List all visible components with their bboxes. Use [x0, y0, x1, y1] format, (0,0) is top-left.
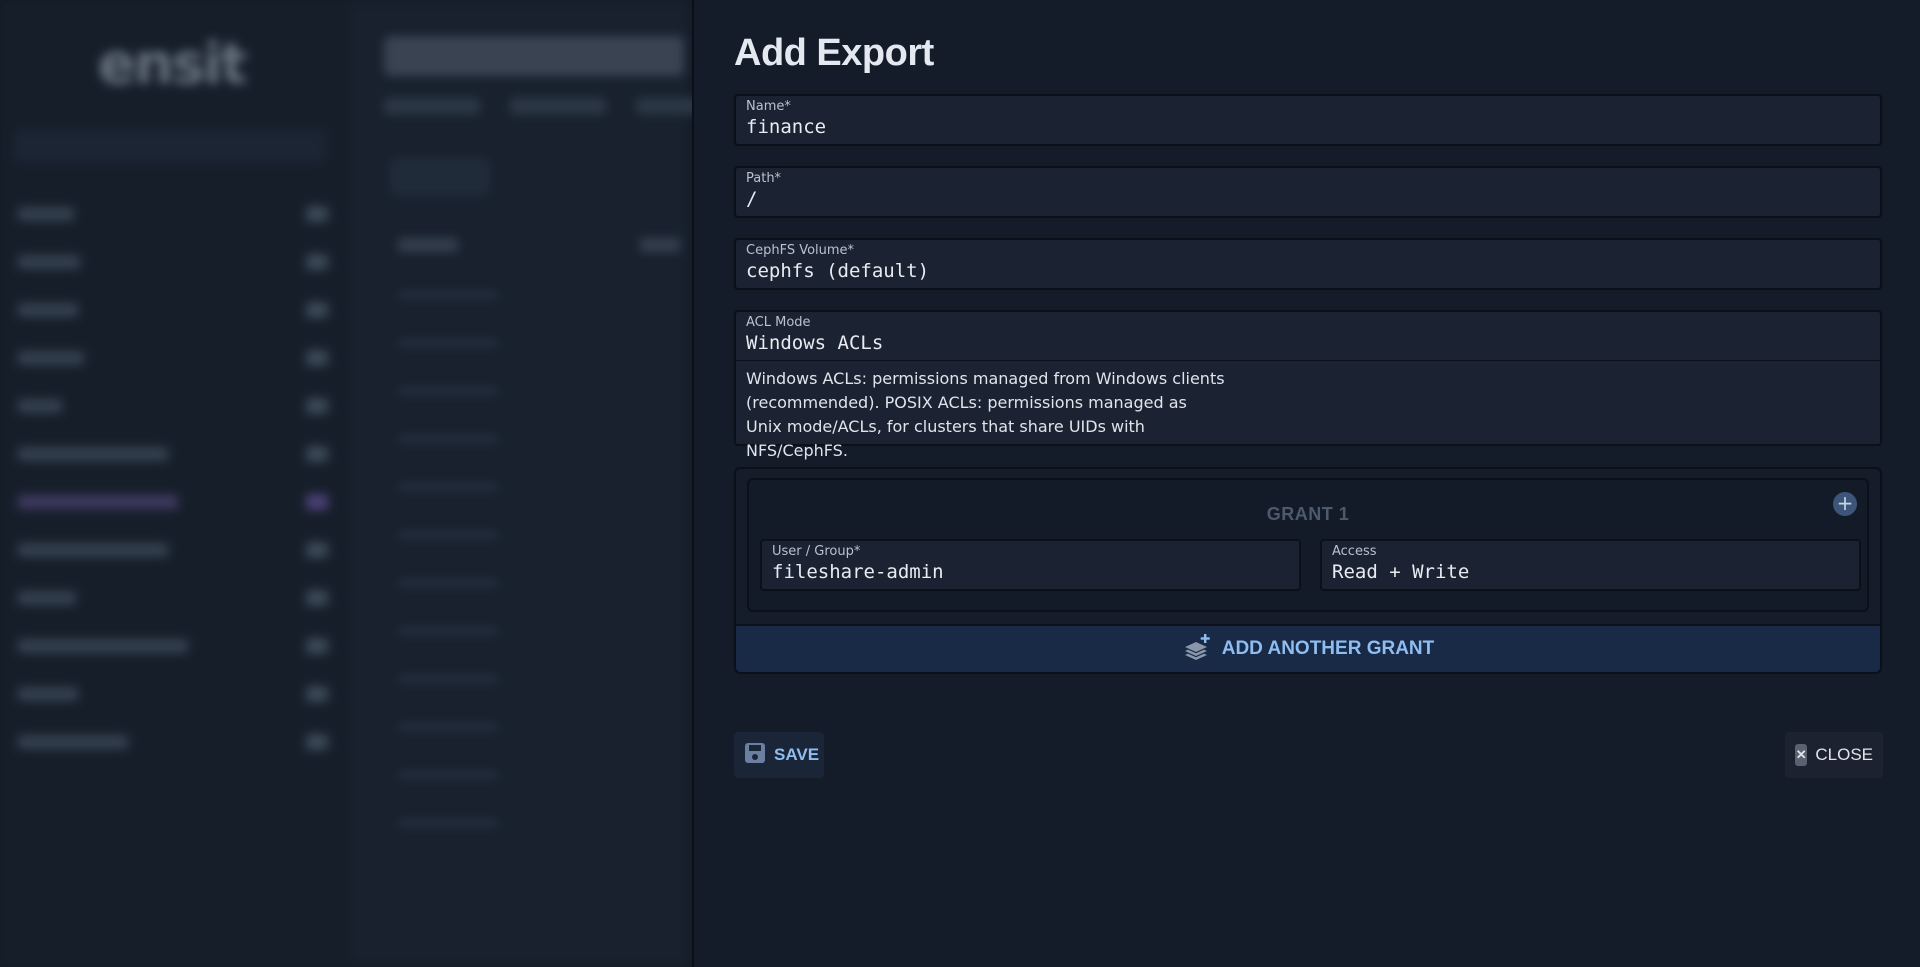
layers-plus-icon [1182, 632, 1212, 666]
user-group-label: User / Group* [772, 544, 861, 559]
modal-backdrop[interactable] [0, 0, 692, 967]
close-label: CLOSE [1815, 745, 1873, 764]
acl-mode-help-text: Windows ACLs: permissions managed from W… [746, 369, 1225, 460]
grants-section: GRANT 1 + User / Group* Access Read + Wr… [734, 467, 1882, 674]
save-label: SAVE [774, 745, 820, 764]
user-group-field[interactable]: User / Group* [760, 539, 1301, 591]
name-input[interactable] [746, 116, 1870, 138]
close-box-icon: ✕ [1795, 744, 1808, 766]
plus-circle-icon[interactable]: + [1833, 492, 1857, 516]
path-field[interactable]: Path* [734, 166, 1882, 218]
access-value: Read + Write [1332, 561, 1470, 583]
add-grant-label: ADD ANOTHER GRANT [1221, 638, 1435, 659]
path-field-label: Path* [746, 171, 782, 186]
acl-mode-label: ACL Mode [746, 315, 811, 330]
floppy-disk-icon [744, 742, 766, 769]
acl-mode-help: Windows ACLs: permissions managed from W… [734, 361, 1882, 460]
cephfs-volume-select[interactable]: CephFS Volume* cephfs (default) [734, 238, 1882, 290]
grant-title: GRANT 1 [1266, 504, 1350, 524]
volume-value: cephfs (default) [746, 260, 930, 282]
acl-mode-value: Windows ACLs [746, 332, 884, 354]
save-button[interactable]: SAVE [734, 732, 824, 778]
close-button[interactable]: ✕ CLOSE [1785, 732, 1883, 778]
acl-mode-select[interactable]: ACL Mode Windows ACLs [734, 310, 1882, 362]
path-input[interactable] [746, 188, 1870, 210]
access-label: Access [1332, 544, 1377, 559]
add-another-grant-button[interactable]: ADD ANOTHER GRANT [736, 624, 1880, 672]
add-export-panel: Add Export Name* Path* CephFS Volume* ce… [692, 0, 1920, 967]
grant-card: GRANT 1 + User / Group* Access Read + Wr… [747, 478, 1869, 612]
name-field-label: Name* [746, 99, 791, 114]
panel-title: Add Export [734, 32, 934, 74]
user-group-input[interactable] [772, 561, 1289, 583]
name-field[interactable]: Name* [734, 94, 1882, 146]
access-select[interactable]: Access Read + Write [1320, 539, 1861, 591]
volume-field-label: CephFS Volume* [746, 243, 855, 258]
